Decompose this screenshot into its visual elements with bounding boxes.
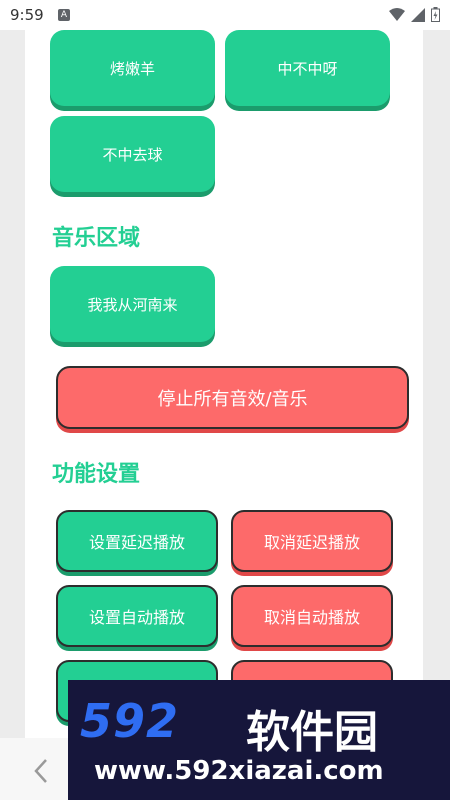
sound-button-buzhongquqiu[interactable]: 不中去球 <box>50 116 215 192</box>
sound-button-zhongbuzhong[interactable]: 中不中呀 <box>225 30 390 106</box>
settings-section-title: 功能设置 <box>52 462 141 487</box>
cancel-auto-play-button[interactable]: 取消自动播放 <box>231 585 393 647</box>
wifi-icon <box>389 7 405 21</box>
cancel-delay-play-label: 取消延迟播放 <box>263 533 360 552</box>
status-time: 9:59 <box>10 6 44 24</box>
battery-icon <box>431 7 440 22</box>
watermark-brand-number: 592 <box>80 694 180 748</box>
cancel-delay-play-button[interactable]: 取消延迟播放 <box>231 510 393 572</box>
set-delay-play-button[interactable]: 设置延迟播放 <box>56 510 218 572</box>
sound-button-kaonenyang[interactable]: 烤嫩羊 <box>50 30 215 106</box>
set-delay-play-label: 设置延迟播放 <box>88 533 185 552</box>
sound-button-label: 不中去球 <box>102 145 163 164</box>
left-gutter <box>0 30 25 800</box>
status-icons <box>389 7 440 22</box>
signal-icon <box>411 7 425 22</box>
music-button-henan[interactable]: 我我从河南来 <box>50 266 215 342</box>
watermark-url: www.592xiazai.com <box>94 756 384 786</box>
status-bar: 9:59 A <box>0 0 450 30</box>
sound-button-label: 中不中呀 <box>277 59 338 78</box>
stop-all-button[interactable]: 停止所有音效/音乐 <box>56 366 409 429</box>
stop-all-label: 停止所有音效/音乐 <box>157 388 308 410</box>
watermark-brand-cn: 软件园 <box>246 707 378 758</box>
notification-badge: A <box>58 9 70 21</box>
back-chevron-icon[interactable] <box>30 756 54 786</box>
music-section-title: 音乐区域 <box>52 226 141 251</box>
set-auto-play-label: 设置自动播放 <box>88 608 185 627</box>
watermark-banner: 592 软件园 www.592xiazai.com <box>68 680 450 800</box>
cancel-auto-play-label: 取消自动播放 <box>263 608 360 627</box>
sound-button-label: 烤嫩羊 <box>109 59 155 78</box>
music-button-label: 我我从河南来 <box>87 295 178 314</box>
set-auto-play-button[interactable]: 设置自动播放 <box>56 585 218 647</box>
